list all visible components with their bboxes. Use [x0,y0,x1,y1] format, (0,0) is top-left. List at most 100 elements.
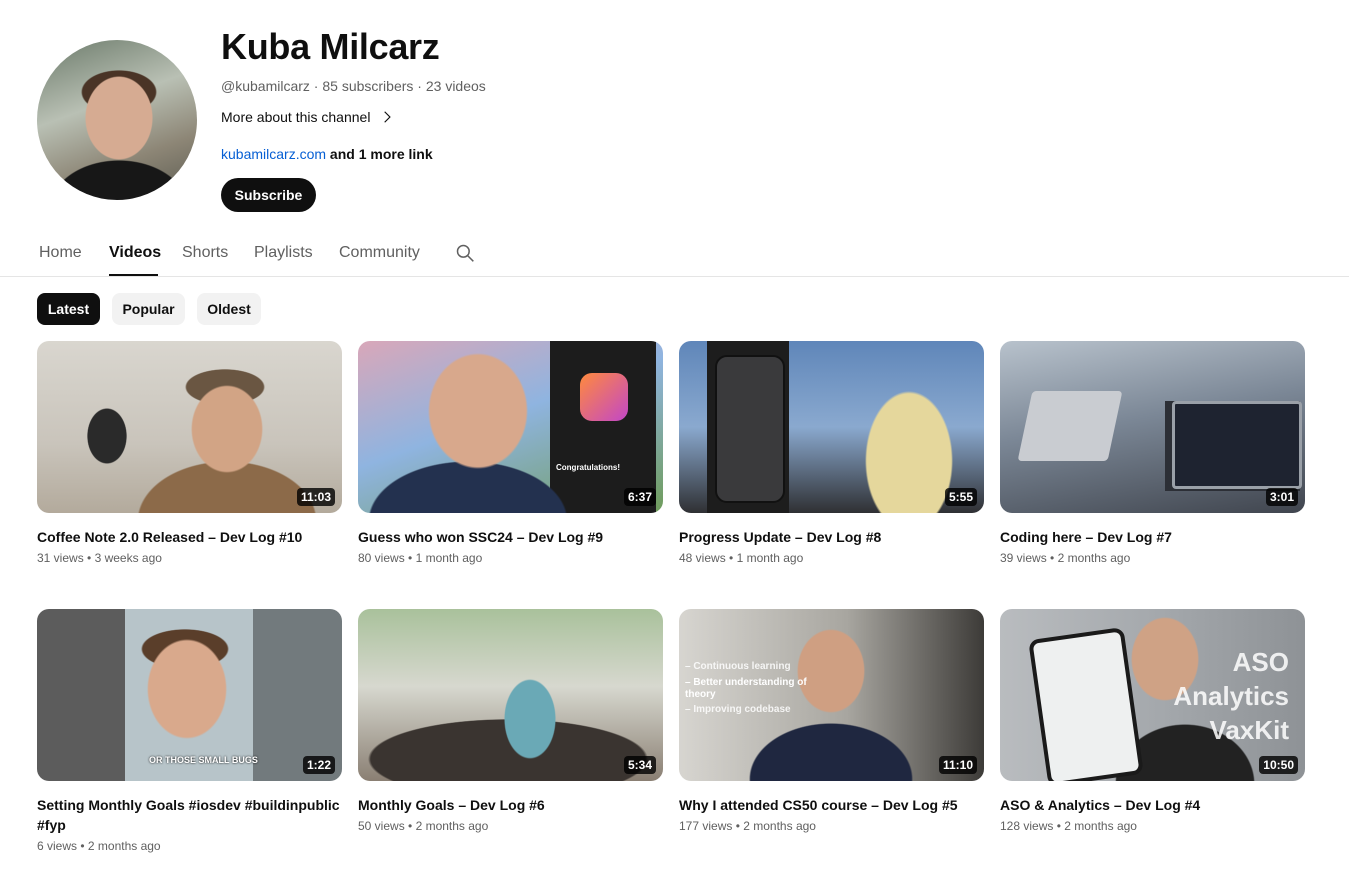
subscribe-button[interactable]: Subscribe [221,178,316,212]
video-thumbnail[interactable]: 3:01 [1000,341,1305,513]
video-stats: 80 views • 1 month ago [358,551,663,565]
video-stats: 48 views • 1 month ago [679,551,984,565]
thumbnail-caption: Congratulations! [556,463,620,472]
meta-separator: · [413,78,426,94]
video-stats: 39 views • 2 months ago [1000,551,1305,565]
channel-tabs: Home Videos Shorts Playlists Community [0,232,1349,277]
video-card[interactable]: – Continuous learning – Better understan… [679,609,984,833]
stat-separator: • [77,839,88,853]
thumbnail-caption: OR THOSE SMALL BUGS [149,755,258,765]
video-title[interactable]: Progress Update – Dev Log #8 [679,527,984,547]
video-duration: 5:34 [623,756,656,774]
subscriber-count: 85 subscribers [322,78,414,94]
more-links-button[interactable]: and 1 more link [330,146,433,162]
stat-separator: • [725,551,737,565]
tab-shorts[interactable]: Shorts [182,244,228,262]
video-duration: 10:50 [1259,756,1298,774]
stat-separator: • [1053,819,1065,833]
channel-avatar [37,40,197,200]
video-title[interactable]: Coding here – Dev Log #7 [1000,527,1305,547]
view-count: 50 views [358,819,405,833]
tab-home[interactable]: Home [39,244,82,262]
view-count: 177 views [679,819,733,833]
upload-age: 2 months ago [743,819,816,833]
video-title[interactable]: Guess who won SSC24 – Dev Log #9 [358,527,663,547]
video-thumbnail[interactable]: ASO Analytics VaxKit 10:50 [1000,609,1305,781]
laptop-screen-image [1172,401,1302,489]
stat-separator: • [1046,551,1058,565]
channel-website-link[interactable]: kubamilcarz.com [221,146,326,162]
view-count: 31 views [37,551,84,565]
stat-separator: • [404,819,416,833]
video-card[interactable]: 5:34 Monthly Goals – Dev Log #6 50 views… [358,609,663,833]
more-about-channel-link[interactable]: More about this channel [221,109,394,125]
channel-meta: @kubamilcarz · 85 subscribers · 23 video… [221,78,486,94]
chip-latest[interactable]: Latest [37,293,100,325]
video-title[interactable]: Why I attended CS50 course – Dev Log #5 [679,795,984,815]
thumbnail-caption: – Better understanding of theory [685,677,807,700]
video-card[interactable]: ASO Analytics VaxKit 10:50 ASO & Analyti… [1000,609,1305,833]
view-count: 80 views [358,551,405,565]
video-card[interactable]: OR THOSE SMALL BUGS 1:22 Setting Monthly… [37,609,342,853]
channel-links: kubamilcarz.com and 1 more link [221,146,433,162]
video-count: 23 videos [425,78,486,94]
more-about-label: More about this channel [221,109,371,125]
stat-separator: • [732,819,744,833]
stat-separator: • [83,551,95,565]
video-duration: 5:55 [944,488,977,506]
video-stats: 177 views • 2 months ago [679,819,984,833]
video-card[interactable]: 5:55 Progress Update – Dev Log #8 48 vie… [679,341,984,565]
video-thumbnail[interactable]: 5:34 [358,609,663,781]
stat-separator: • [404,551,416,565]
active-tab-indicator [109,274,158,276]
video-duration: 11:03 [296,488,335,506]
video-thumbnail[interactable]: Congratulations! 6:37 [358,341,663,513]
video-card[interactable]: Congratulations! 6:37 Guess who won SSC2… [358,341,663,565]
video-card[interactable]: 11:03 Coffee Note 2.0 Released – Dev Log… [37,341,342,565]
tab-playlists[interactable]: Playlists [254,244,313,262]
thumbnail-caption: VaxKit [1209,715,1290,745]
phone-image [715,355,785,503]
channel-handle: @kubamilcarz [221,78,310,94]
tab-community[interactable]: Community [339,244,420,262]
upload-age: 2 months ago [87,839,161,853]
video-stats: 6 views • 2 months ago [37,839,342,853]
upload-age: 2 months ago [415,819,489,833]
video-stats: 50 views • 2 months ago [358,819,663,833]
chip-oldest[interactable]: Oldest [197,293,261,325]
upload-age: 1 month ago [415,551,483,565]
thumbnail-caption: Analytics [1173,681,1289,711]
video-title[interactable]: Monthly Goals – Dev Log #6 [358,795,663,815]
meta-separator: · [309,78,323,94]
chip-popular[interactable]: Popular [112,293,185,325]
video-thumbnail[interactable]: 5:55 [679,341,984,513]
video-thumbnail[interactable]: 11:03 [37,341,342,513]
view-count: 39 views [1000,551,1047,565]
thumbnail-caption: – Continuous learning [685,661,791,672]
video-duration: 1:22 [302,756,335,774]
swift-logo-icon [580,373,628,421]
video-thumbnail[interactable]: – Continuous learning – Better understan… [679,609,984,781]
thumbnail-caption: ASO [1232,647,1289,677]
video-duration: 11:10 [938,756,977,774]
video-stats: 31 views • 3 weeks ago [37,551,342,565]
upload-age: 2 months ago [1057,551,1131,565]
video-stats: 128 views • 2 months ago [1000,819,1305,833]
video-duration: 6:37 [623,488,656,506]
search-icon[interactable] [455,243,475,263]
video-title[interactable]: Coffee Note 2.0 Released – Dev Log #10 [37,527,342,547]
tab-videos[interactable]: Videos [109,244,161,262]
video-thumbnail[interactable]: OR THOSE SMALL BUGS 1:22 [37,609,342,781]
upload-age: 1 month ago [736,551,804,565]
video-title[interactable]: Setting Monthly Goals #iosdev #buildinpu… [37,795,342,835]
upload-age: 2 months ago [1064,819,1137,833]
view-count: 48 views [679,551,726,565]
tablet-image [1028,627,1144,781]
channel-name: Kuba Milcarz [221,26,440,67]
video-card[interactable]: 3:01 Coding here – Dev Log #7 39 views •… [1000,341,1305,565]
thumbnail-caption: – Improving codebase [685,704,791,715]
view-count: 128 views [1000,819,1054,833]
laptop-image [1017,391,1123,461]
video-title[interactable]: ASO & Analytics – Dev Log #4 [1000,795,1305,815]
view-count: 6 views [37,839,78,853]
